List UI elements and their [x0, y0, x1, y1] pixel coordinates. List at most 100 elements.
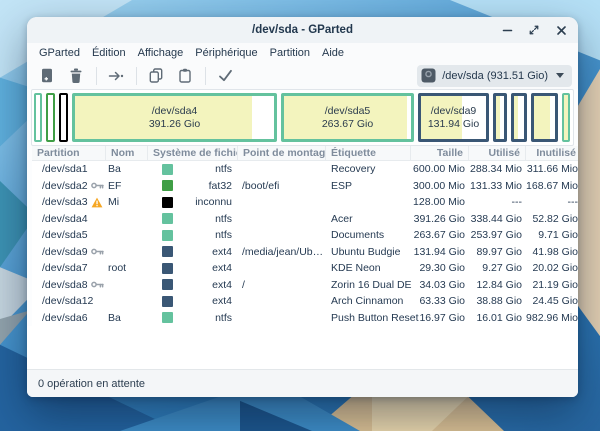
toolbar: /dev/sda (931.51 Gio) [27, 62, 578, 89]
resize-move-button[interactable] [104, 65, 128, 87]
close-button[interactable] [554, 23, 568, 37]
filesystem-cell: ext4 [148, 277, 238, 294]
table-row-sda5[interactable]: /dev/sda5ntfsDocuments263.67 Gio253.97 G… [32, 227, 578, 244]
disk-segment-sda4[interactable]: /dev/sda4391.26 Gio [72, 93, 277, 142]
column-header-6[interactable]: Utilisé [469, 146, 526, 160]
copy-partition-button[interactable] [144, 65, 168, 87]
partition-name-cell: /dev/sda12 [32, 293, 106, 310]
partition-name-cell: /dev/sda2 [32, 178, 106, 195]
name-flags-cell [106, 293, 148, 310]
maximize-button[interactable] [527, 23, 541, 37]
used-space-fill [496, 96, 500, 139]
column-header-7[interactable]: Inutilisé [526, 146, 578, 160]
name-flags-cell: root [106, 260, 148, 277]
delete-partition-button[interactable] [64, 65, 88, 87]
unused-cell: --- [526, 194, 578, 211]
unused-cell: 982.96 Mio [526, 310, 578, 327]
chevron-down-icon [556, 73, 564, 78]
table-row-sda2[interactable]: /dev/sda2EFfat32/boot/efiESP300.00 Mio13… [32, 178, 578, 195]
label-cell: Arch Cinnamon [326, 293, 411, 310]
partition-name-cell: /dev/sda6 [32, 310, 106, 327]
used-cell: 9.27 Gio [469, 260, 526, 277]
resize-move-icon [108, 69, 124, 83]
disk-segment[interactable] [59, 93, 68, 142]
column-header-4[interactable]: Étiquette [326, 146, 411, 160]
filesystem-cell: ntfs [148, 211, 238, 228]
size-cell: 63.33 Gio [411, 293, 469, 310]
mount-point-cell [238, 194, 326, 211]
name-flags-cell: EF [106, 178, 148, 195]
column-header-3[interactable]: Point de montage [238, 146, 326, 160]
used-cell: 16.01 Gio [469, 310, 526, 327]
menu-item-édition[interactable]: Édition [86, 47, 132, 59]
disk-segment[interactable] [34, 93, 42, 142]
paste-partition-button[interactable] [173, 65, 197, 87]
table-row-sda9[interactable]: /dev/sda9ext4/media/jean/Ubu...Ubuntu Bu… [32, 244, 578, 261]
mount-point-cell [238, 161, 326, 178]
apply-operations-button[interactable] [213, 65, 237, 87]
filesystem-color-swatch [162, 279, 173, 290]
size-cell: 128.00 Mio [411, 194, 469, 211]
menu-item-aide[interactable]: Aide [316, 47, 350, 59]
size-cell: 300.00 Mio [411, 178, 469, 195]
unused-cell: 21.19 Gio [526, 277, 578, 294]
desktop-background: /dev/sda - GParted GPartedÉditionAfficha… [0, 0, 600, 431]
table-row-sda1[interactable]: /dev/sda1BantfsRecovery600.00 Mio288.34 … [32, 161, 578, 178]
label-cell: Acer [326, 211, 411, 228]
filesystem-color-swatch [162, 246, 173, 257]
used-cell: 253.97 Gio [469, 227, 526, 244]
name-flags-cell [106, 227, 148, 244]
column-header-2[interactable]: Système de fichiers [148, 146, 238, 160]
mount-point-cell: / [238, 277, 326, 294]
device-selector[interactable]: /dev/sda (931.51 Gio) [417, 65, 572, 87]
disk-segment-label: /dev/sda9131.94 Gio [421, 96, 486, 139]
unused-cell: 52.82 Gio [526, 211, 578, 228]
paste-icon [178, 68, 192, 83]
unused-cell: 9.71 Gio [526, 227, 578, 244]
menu-item-gparted[interactable]: GParted [33, 47, 86, 59]
table-body: /dev/sda1BantfsRecovery600.00 Mio288.34 … [32, 161, 578, 326]
gparted-window: /dev/sda - GParted GPartedÉditionAfficha… [27, 17, 578, 397]
new-partition-button[interactable] [35, 65, 59, 87]
filesystem-color-swatch [162, 263, 173, 274]
table-row-sda8[interactable]: /dev/sda8ext4/Zorin 16 Dual DE34.03 Gio1… [32, 277, 578, 294]
mount-point-cell: /boot/efi [238, 178, 326, 195]
column-header-1[interactable]: Nom [106, 146, 148, 160]
column-header-5[interactable]: Taille [411, 146, 469, 160]
used-cell: 89.97 Gio [469, 244, 526, 261]
menu-item-partition[interactable]: Partition [264, 47, 316, 59]
disk-segment[interactable] [493, 93, 507, 142]
menu-item-affichage[interactable]: Affichage [132, 47, 190, 59]
menu-item-périphérique[interactable]: Périphérique [189, 47, 263, 59]
disk-segment[interactable] [562, 93, 570, 142]
titlebar[interactable]: /dev/sda - GParted [27, 17, 578, 43]
close-icon [556, 25, 567, 36]
used-cell: 12.84 Gio [469, 277, 526, 294]
column-header-0[interactable]: Partition [32, 146, 106, 160]
label-cell [326, 194, 411, 211]
disk-segment-sda9[interactable]: /dev/sda9131.94 Gio [418, 93, 489, 142]
table-row-sda6[interactable]: /dev/sda6BantfsPush Button Reset16.97 Gi… [32, 310, 578, 327]
partition-table: PartitionNomSystème de fichiersPoint de … [32, 146, 578, 326]
minimize-button[interactable] [500, 23, 514, 37]
mount-point-cell [238, 310, 326, 327]
disk-segment-sda5[interactable]: /dev/sda5263.67 Gio [281, 93, 414, 142]
trash-icon [69, 68, 83, 83]
disk-segment[interactable] [531, 93, 558, 142]
used-cell: 38.88 Gio [469, 293, 526, 310]
partition-name-cell: /dev/sda1 [32, 161, 106, 178]
disk-segment[interactable] [46, 93, 55, 142]
label-cell: Recovery [326, 161, 411, 178]
table-row-sda3[interactable]: /dev/sda3Miinconnu128.00 Mio------ [32, 194, 578, 211]
partition-name-cell: /dev/sda3 [32, 194, 106, 211]
table-row-sda7[interactable]: /dev/sda7rootext4KDE Neon29.30 Gio9.27 G… [32, 260, 578, 277]
table-row-sda12[interactable]: /dev/sda12ext4Arch Cinnamon63.33 Gio38.8… [32, 293, 578, 310]
table-row-sda4[interactable]: /dev/sda4ntfsAcer391.26 Gio338.44 Gio52.… [32, 211, 578, 228]
window-controls [500, 17, 568, 43]
filesystem-cell: ntfs [148, 310, 238, 327]
disk-segment[interactable] [511, 93, 527, 142]
mount-point-cell [238, 211, 326, 228]
label-cell: Documents [326, 227, 411, 244]
used-cell: 131.33 Mio [469, 178, 526, 195]
used-space-fill [534, 96, 550, 139]
